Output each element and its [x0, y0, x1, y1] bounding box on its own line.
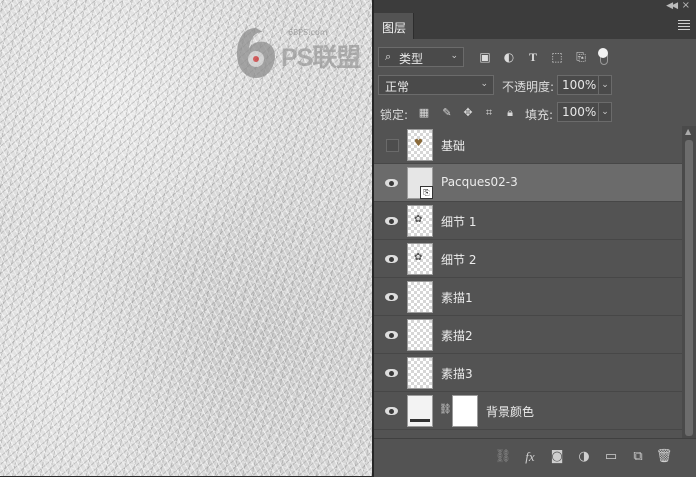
eye-icon: [385, 217, 398, 225]
link-layers-icon[interactable]: ⛓︎: [494, 448, 512, 466]
layer-mask-thumbnail[interactable]: [452, 395, 478, 427]
eye-icon: [385, 407, 398, 415]
visibility-toggle[interactable]: [377, 240, 403, 278]
blend-mode-dropdown[interactable]: 正常 ⌄: [378, 75, 494, 95]
layer-row[interactable]: ✿ 细节 1: [374, 202, 682, 240]
visibility-toggle[interactable]: [377, 316, 403, 354]
layer-thumbnail: [407, 395, 433, 427]
art-icon: ✿: [414, 252, 423, 263]
layer-thumbnail: ♥: [407, 129, 433, 161]
layer-filter-value: 类型: [399, 52, 424, 66]
add-mask-icon[interactable]: ◙: [548, 448, 566, 466]
scrollbar-thumb[interactable]: [685, 140, 693, 436]
collapse-panel-icon[interactable]: ◀◀: [666, 1, 678, 11]
adjustment-filter-icon[interactable]: ◐: [501, 49, 517, 65]
mask-link-icon[interactable]: ⛓︎: [439, 404, 452, 418]
shape-filter-icon[interactable]: ⬚: [549, 49, 565, 65]
eye-icon: [385, 255, 398, 263]
layer-name: 细节 2: [441, 253, 477, 267]
visibility-toggle[interactable]: [377, 202, 403, 240]
fill-dropdown-icon[interactable]: ⌄: [598, 102, 612, 122]
visibility-off-box: [386, 139, 399, 152]
chevron-down-icon: ⌄: [450, 51, 458, 61]
search-icon: ⌕: [385, 50, 392, 63]
layer-name: 细节 1: [441, 215, 477, 229]
layers-panel: ◀◀ × 图层 ⌕ 类型 ⌄ ▣ ◐ T ⬚ ⎘ 正常 ⌄ 不透明度: 100%…: [374, 0, 696, 477]
lock-paint-icon[interactable]: ✎: [440, 106, 454, 120]
panel-tab-bar: 图层: [374, 13, 696, 39]
close-panel-icon[interactable]: ×: [682, 0, 690, 11]
layer-thumbnail: [407, 357, 433, 389]
smart-object-filter-icon[interactable]: ⎘: [573, 49, 589, 65]
smart-object-badge-icon: ⎘: [420, 186, 433, 199]
watermark-logo-icon: [237, 28, 275, 78]
lock-all-icon[interactable]: 🔒︎: [503, 106, 517, 120]
watermark-brand: PS联盟: [281, 44, 361, 72]
visibility-toggle[interactable]: [377, 126, 403, 164]
image-filter-icon[interactable]: ▣: [477, 49, 493, 65]
visibility-toggle[interactable]: [377, 392, 403, 430]
tab-layers[interactable]: 图层: [374, 13, 414, 39]
new-group-icon[interactable]: ▭: [602, 448, 620, 466]
layers-footer: ⛓︎ fx ◙ ◑ ▭ ⧉ 🗑︎: [374, 438, 696, 477]
layer-style-fx-icon[interactable]: fx: [521, 448, 539, 466]
layer-name: 素描2: [441, 329, 473, 343]
panel-top-strip: ◀◀ ×: [374, 0, 696, 13]
filter-toggle[interactable]: [598, 48, 608, 65]
layer-thumbnail: [407, 319, 433, 351]
layer-row[interactable]: 素描1: [374, 278, 682, 316]
layer-name: Pacques02-3: [441, 175, 518, 189]
layer-row[interactable]: ✿ 细节 2: [374, 240, 682, 278]
lock-transparent-icon[interactable]: ▦: [417, 106, 431, 120]
layer-row[interactable]: ⎘ Pacques02-3: [374, 164, 682, 202]
layers-list: ♥ 基础 ⎘ Pacques02-3 ✿ 细节 1 ✿ 细节 2 素描1 素描2: [374, 126, 682, 438]
delete-layer-icon[interactable]: 🗑︎: [655, 448, 673, 466]
document-canvas[interactable]: 68PS.com PS联盟: [0, 0, 372, 476]
art-icon: ♥: [414, 138, 423, 149]
eye-icon: [385, 369, 398, 377]
layer-thumbnail: [407, 281, 433, 313]
watermark-site: 68PS.com: [288, 28, 328, 37]
layers-toolbar: ⌕ 类型 ⌄ ▣ ◐ T ⬚ ⎘ 正常 ⌄ 不透明度: 100% ⌄ 锁定: ▦…: [374, 40, 696, 132]
eye-icon: [385, 293, 398, 301]
visibility-toggle[interactable]: [377, 164, 403, 202]
visibility-toggle[interactable]: [377, 354, 403, 392]
layer-filter-dropdown[interactable]: ⌕ 类型 ⌄: [378, 47, 464, 67]
layer-thumbnail: ✿: [407, 243, 433, 275]
layer-row[interactable]: ⛓︎ 背景颜色: [374, 392, 682, 430]
layer-name: 背景颜色: [486, 405, 535, 419]
layer-thumbnail: ⎘: [407, 167, 433, 199]
art-icon: ✿: [414, 214, 423, 225]
lock-artboard-icon[interactable]: ⌗: [482, 106, 496, 120]
lock-label: 锁定:: [380, 108, 409, 122]
fill-layer-icon: [410, 419, 430, 422]
opacity-dropdown-icon[interactable]: ⌄: [598, 75, 612, 95]
layer-row[interactable]: 素描2: [374, 316, 682, 354]
layer-name: 素描3: [441, 367, 473, 381]
opacity-label: 不透明度:: [502, 80, 555, 94]
layer-thumbnail: ✿: [407, 205, 433, 237]
layer-row[interactable]: 素描3: [374, 354, 682, 392]
new-layer-icon[interactable]: ⧉: [629, 448, 647, 466]
panel-menu-icon[interactable]: [678, 20, 690, 30]
layer-name: 基础: [441, 139, 466, 153]
eye-icon: [385, 331, 398, 339]
visibility-toggle[interactable]: [377, 278, 403, 316]
layer-row[interactable]: ♥ 基础: [374, 126, 682, 164]
fill-label: 填充:: [525, 108, 554, 122]
eye-icon: [385, 179, 398, 187]
type-filter-icon[interactable]: T: [525, 49, 541, 65]
adjustment-layer-icon[interactable]: ◑: [575, 448, 593, 466]
scroll-up-icon[interactable]: ▲: [685, 127, 691, 136]
tab-layers-label: 图层: [382, 21, 407, 35]
layer-name: 素描1: [441, 291, 473, 305]
chevron-down-icon: ⌄: [480, 79, 488, 89]
watermark: 68PS.com PS联盟: [233, 24, 363, 82]
blend-mode-value: 正常: [385, 80, 410, 94]
lock-position-icon[interactable]: ✥: [461, 106, 475, 120]
